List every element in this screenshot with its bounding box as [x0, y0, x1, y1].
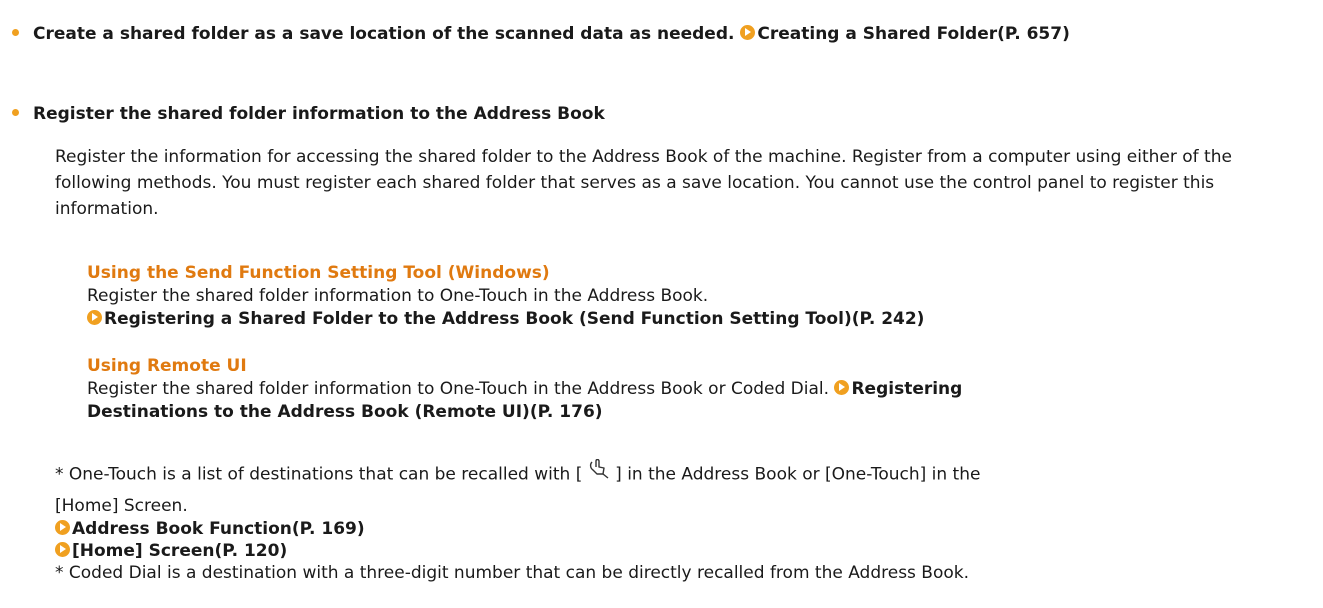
note-coded-dial: * Coded Dial is a destination with a thr… [55, 563, 970, 583]
note-text-before: * One-Touch is a list of destinations th… [55, 464, 583, 485]
link-text: Creating a Shared Folder(P. 657) [757, 24, 1070, 44]
link-text: Address Book Function(P. 169) [72, 519, 365, 539]
arrow-right-icon [55, 541, 70, 557]
method-send-function-tool: Using the Send Function Setting Tool (Wi… [87, 262, 1307, 331]
method-description: Register the shared folder information t… [87, 286, 709, 306]
note-line-2: [Home] Screen. [55, 496, 188, 516]
link-address-book-function[interactable]: Address Book Function(P. 169) [55, 518, 1315, 540]
bullet-heading: Register the shared folder information t… [33, 104, 605, 124]
link-text: Registering [851, 379, 963, 399]
arrow-right-icon [87, 309, 102, 325]
note-text-after: ] in the Address Book or [One-Touch] in … [615, 464, 981, 485]
bullet-dot [12, 28, 19, 36]
link-text: [Home] Screen(P. 120) [72, 541, 288, 561]
link-text: Registering a Shared Folder to the Addre… [104, 309, 925, 329]
method-title: Using the Send Function Setting Tool (Wi… [87, 263, 550, 283]
method-description: Register the shared folder information t… [87, 379, 830, 399]
link-home-screen[interactable]: [Home] Screen(P. 120) [55, 540, 1315, 562]
method-remote-ui: Using Remote UI Register the shared fold… [87, 355, 1307, 424]
one-touch-hand-icon [588, 458, 610, 486]
link-registering-destinations-part2[interactable]: Destinations to the Address Book (Remote… [87, 402, 603, 422]
bullet-dot [12, 108, 19, 116]
link-text: Destinations to the Address Book (Remote… [87, 402, 603, 422]
bullet-create-shared-folder: Create a shared folder as a save locatio… [12, 23, 1070, 45]
link-registering-shared-folder[interactable]: Registering a Shared Folder to the Addre… [87, 309, 924, 329]
arrow-right-icon [740, 24, 756, 40]
arrow-right-icon [55, 519, 70, 535]
note-one-touch: * One-Touch is a list of destinations th… [55, 458, 1315, 584]
method-title: Using Remote UI [87, 356, 247, 376]
bullet-text: Create a shared folder as a save locatio… [33, 24, 735, 44]
note-line: * One-Touch is a list of destinations th… [55, 458, 1315, 488]
arrow-right-icon [834, 379, 850, 395]
method-description-line: Register the shared folder information t… [87, 378, 1307, 401]
link-registering-destinations-part1[interactable]: Registering [834, 379, 962, 399]
bullet-register-address-book: Register the shared folder information t… [12, 103, 605, 125]
link-creating-shared-folder[interactable]: Creating a Shared Folder(P. 657) [740, 24, 1070, 44]
register-description: Register the information for accessing t… [55, 147, 1232, 219]
